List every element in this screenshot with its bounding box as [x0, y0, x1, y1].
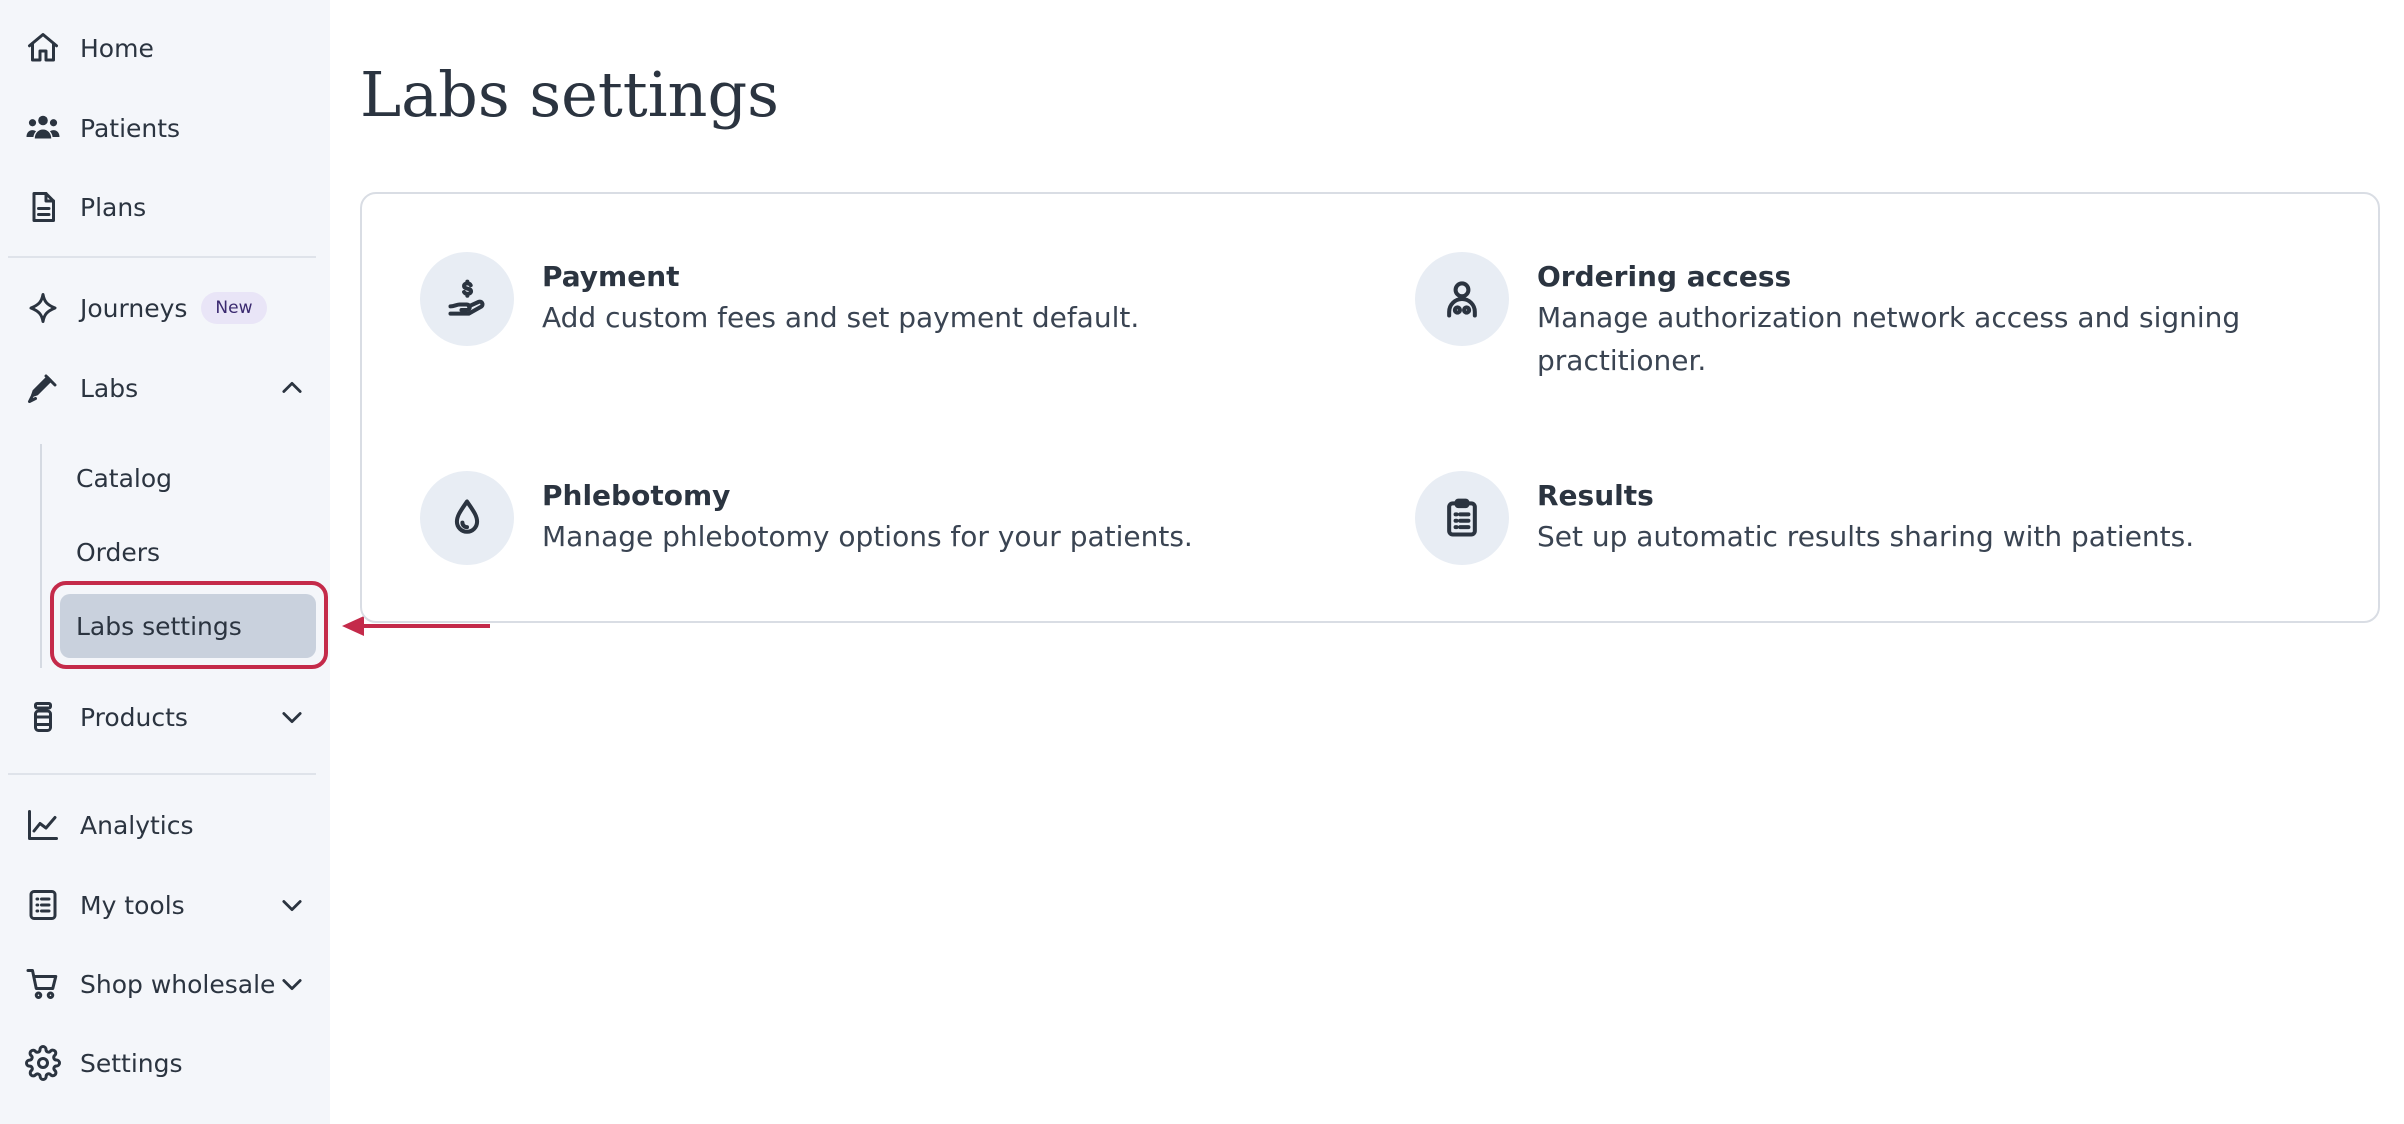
sidebar-item-label: Analytics — [80, 810, 194, 840]
sidebar-item-label: Products — [80, 702, 188, 732]
setting-title: Ordering access — [1537, 260, 1792, 293]
submenu-line — [40, 444, 42, 668]
results-setting[interactable]: Results Set up automatic results sharing… — [1415, 471, 2315, 565]
new-badge: New — [201, 292, 267, 324]
sidebar-item-label: Settings — [80, 1048, 183, 1078]
setting-title: Phlebotomy — [542, 479, 731, 512]
sidebar: Home Patients Plans Journeys New Labs Ca… — [0, 0, 330, 1124]
sidebar-item-shop-wholesale[interactable]: Shop wholesale — [0, 952, 330, 1016]
sparkle-icon — [24, 289, 62, 327]
sidebar-item-products[interactable]: Products — [0, 685, 330, 749]
sidebar-item-label: Shop wholesale — [80, 969, 276, 999]
home-icon — [24, 29, 62, 67]
payment-setting[interactable]: Payment Add custom fees and set payment … — [420, 252, 1320, 346]
sidebar-divider — [8, 773, 316, 775]
sidebar-item-labs[interactable]: Labs — [0, 356, 330, 420]
bottle-icon — [24, 698, 62, 736]
droplet-icon — [420, 471, 514, 565]
sidebar-item-label: Plans — [80, 192, 147, 222]
sidebar-item-analytics[interactable]: Analytics — [0, 793, 330, 857]
line-chart-icon — [24, 806, 62, 844]
chevron-down-icon[interactable] — [278, 703, 306, 731]
setting-description: Add custom fees and set payment default. — [542, 301, 1140, 334]
setting-description: Manage phlebotomy options for your patie… — [542, 520, 1193, 553]
sidebar-item-label: My tools — [80, 890, 185, 920]
users-icon — [24, 109, 62, 147]
sidebar-divider — [8, 256, 316, 258]
setting-description: Manage authorization network access and … — [1537, 301, 2241, 377]
phlebotomy-setting[interactable]: Phlebotomy Manage phlebotomy options for… — [420, 471, 1320, 565]
sidebar-subitem-orders[interactable]: Orders — [60, 520, 316, 584]
practitioner-icon — [1415, 252, 1509, 346]
page-title: Labs settings — [360, 58, 779, 131]
sidebar-subitem-catalog[interactable]: Catalog — [60, 446, 316, 510]
checklist-icon — [24, 886, 62, 924]
gear-icon — [24, 1044, 62, 1082]
ordering-access-setting[interactable]: Ordering access Manage authorization net… — [1415, 252, 2315, 382]
setting-title: Payment — [542, 260, 680, 293]
sidebar-item-label: Home — [80, 33, 154, 63]
highlight-box — [50, 581, 328, 669]
chevron-down-icon[interactable] — [278, 970, 306, 998]
setting-title: Results — [1537, 479, 1654, 512]
hand-dollar-icon — [420, 252, 514, 346]
sidebar-item-plans[interactable]: Plans — [0, 175, 330, 239]
sidebar-item-label: Patients — [80, 113, 181, 143]
sidebar-item-label: Labs — [80, 373, 139, 403]
settings-card: Payment Add custom fees and set payment … — [360, 192, 2380, 623]
chevron-down-icon[interactable] — [278, 891, 306, 919]
sidebar-item-my-tools[interactable]: My tools — [0, 873, 330, 937]
sidebar-item-label: Journeys — [80, 293, 188, 323]
sidebar-item-journeys[interactable]: Journeys New — [0, 276, 330, 340]
cart-icon — [24, 965, 62, 1003]
clipboard-icon — [1415, 471, 1509, 565]
sidebar-item-home[interactable]: Home — [0, 16, 330, 80]
sidebar-item-settings[interactable]: Settings — [0, 1031, 330, 1095]
sidebar-item-patients[interactable]: Patients — [0, 96, 330, 160]
chevron-up-icon[interactable] — [278, 374, 306, 402]
pipette-icon — [24, 369, 62, 407]
setting-description: Set up automatic results sharing with pa… — [1537, 520, 2195, 553]
document-icon — [24, 188, 62, 226]
